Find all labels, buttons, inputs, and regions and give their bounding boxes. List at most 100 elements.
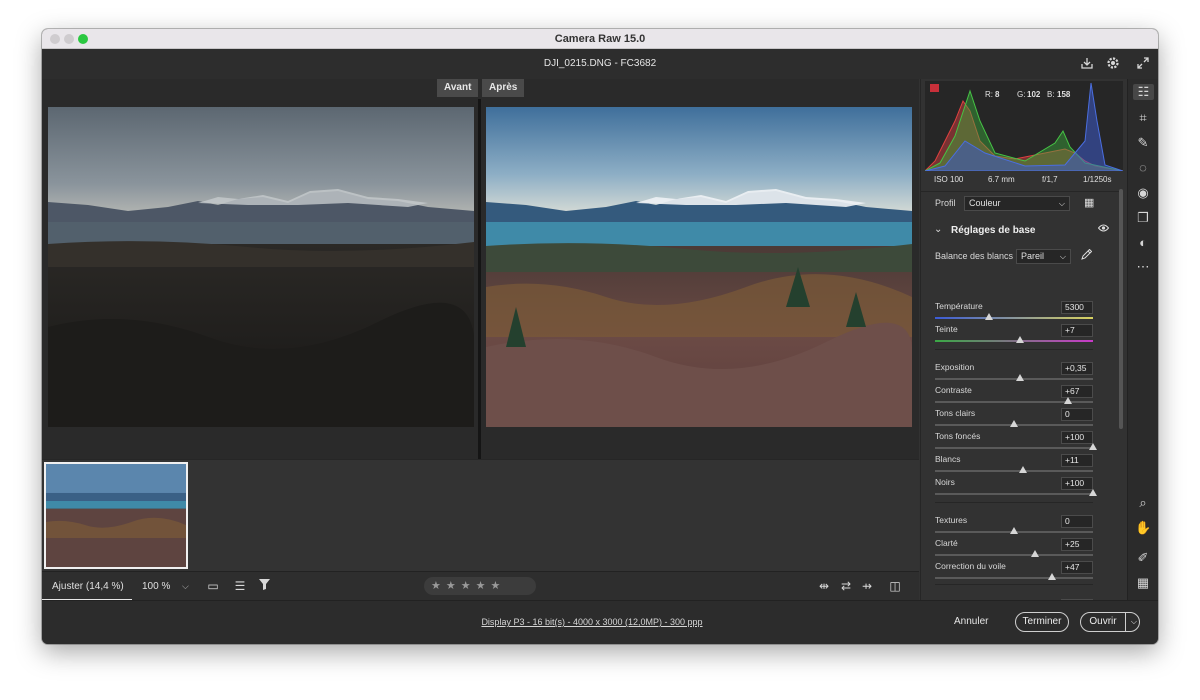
profile-browser-icon[interactable]: ▦	[1084, 196, 1094, 209]
profile-row: Profil Couleur ⌵ ▦	[921, 191, 1119, 213]
before-photo	[48, 107, 474, 427]
healing-brush-icon[interactable]: ✎	[1135, 135, 1151, 151]
zoom-100-button[interactable]: 100 %	[142, 572, 170, 601]
eyedropper-icon[interactable]	[1081, 248, 1093, 263]
slider-value-field[interactable]: +25	[1061, 538, 1093, 551]
slider-track[interactable]	[935, 340, 1093, 342]
slider-value-field[interactable]: +47	[1061, 561, 1093, 574]
slider-label: Noirs	[935, 477, 955, 487]
copy-settings-icon[interactable]: ⇸	[859, 578, 875, 594]
before-after-icon[interactable]: ⇹	[816, 578, 832, 594]
chevron-down-icon: ⌵	[1058, 199, 1065, 208]
slider-track[interactable]	[935, 447, 1093, 449]
zoom-chevron-icon[interactable]: ⌵	[182, 572, 189, 601]
slider-value-field[interactable]: 0	[1061, 408, 1093, 421]
open-button[interactable]: Ouvrir ⌵	[1080, 612, 1140, 632]
slider-1: Teinte +7	[921, 324, 1119, 347]
slider-thumb[interactable]	[1063, 397, 1072, 404]
exif-shutter: 1/1250s	[1083, 175, 1112, 184]
filter-icon[interactable]	[256, 578, 272, 594]
slider-track[interactable]	[935, 554, 1093, 556]
slider-thumb[interactable]	[1089, 489, 1097, 496]
slider-10: Correction du voile +47	[921, 561, 1119, 584]
toggle-panel-icon[interactable]: ◫	[887, 578, 903, 594]
panel-scrollbar[interactable]	[1119, 189, 1123, 429]
window-title: Camera Raw 15.0	[554, 33, 646, 45]
edit-sliders-icon[interactable]: ☷	[1133, 84, 1154, 100]
file-name: DJI_0215.DNG - FC3682	[543, 58, 657, 69]
slider-thumb[interactable]	[1016, 336, 1025, 343]
histogram-r-label: R:	[985, 90, 993, 99]
open-button-label: Ouvrir	[1089, 616, 1117, 627]
slider-thumb[interactable]	[984, 313, 993, 320]
swap-icon[interactable]: ⇄	[838, 578, 854, 594]
slider-value-field[interactable]: +7	[1061, 324, 1093, 337]
done-button[interactable]: Terminer	[1015, 612, 1069, 632]
slider-9: Clarté +25	[921, 538, 1119, 561]
slider-label: Température	[935, 301, 983, 311]
exif-info: ISO 100 6.7 mm f/1,7 1/1250s	[921, 172, 1119, 188]
slider-label: Clarté	[935, 538, 958, 548]
zoom-tool-icon[interactable]: ⌕	[1135, 495, 1151, 511]
histogram-r-value: 8	[995, 90, 1000, 99]
more-icon[interactable]: ⋯	[1135, 259, 1151, 275]
white-balance-select[interactable]: Pareil ⌵	[1016, 249, 1071, 264]
slider-thumb[interactable]	[1047, 573, 1056, 580]
slider-track[interactable]	[935, 577, 1093, 579]
slider-value-field[interactable]: 5300	[1061, 301, 1093, 314]
chevron-down-icon[interactable]: ⌵	[1131, 613, 1137, 631]
after-label[interactable]: Après	[482, 79, 525, 97]
exif-aperture: f/1,7	[1042, 175, 1058, 184]
chevron-down-icon: ⌵	[1059, 252, 1066, 261]
crop-icon[interactable]: ⌗	[1135, 110, 1151, 126]
slider-value-field[interactable]: +11	[1061, 454, 1093, 467]
filmstrip-icon[interactable]: ▭	[205, 578, 221, 594]
slider-track[interactable]	[935, 470, 1093, 472]
slider-thumb[interactable]	[1030, 550, 1039, 557]
slider-thumb[interactable]	[1010, 527, 1018, 534]
view-toolbar: Ajuster (14,4 %) 100 % ⌵ ▭ ☰ ★★★★★ ⇹ ⇄ ⇸…	[42, 571, 919, 601]
edit-panel: R: 8 G: 102 B: 158 ISO 100 6.7 mm f/1,7 …	[920, 79, 1123, 618]
slider-0: Température 5300	[921, 301, 1119, 324]
slider-7: Noirs +100	[921, 477, 1119, 500]
filmstrip-thumbnail[interactable]	[44, 462, 188, 569]
grid-icon[interactable]: ▦	[1135, 575, 1151, 591]
eye-icon[interactable]	[1097, 224, 1110, 235]
fullscreen-icon[interactable]	[1135, 56, 1151, 72]
slider-track[interactable]	[935, 493, 1093, 495]
profile-select[interactable]: Couleur ⌵	[964, 196, 1070, 211]
red-eye-icon[interactable]: ◉	[1135, 185, 1151, 201]
slider-value-field[interactable]: +0,35	[1061, 362, 1093, 375]
sort-icon[interactable]: ☰	[232, 578, 248, 594]
split-divider[interactable]	[478, 99, 481, 459]
color-sampler-icon[interactable]: ✐	[1135, 550, 1151, 566]
slider-4: Tons clairs 0	[921, 408, 1119, 431]
rating-stars[interactable]: ★★★★★	[424, 577, 536, 595]
save-icon[interactable]	[1079, 56, 1095, 72]
section-separator	[935, 349, 1093, 350]
slider-thumb[interactable]	[1019, 466, 1028, 473]
slider-thumb[interactable]	[1089, 443, 1097, 450]
slider-label: Contraste	[935, 385, 972, 395]
slider-label: Tons clairs	[935, 408, 976, 418]
hand-tool-icon[interactable]: ✋	[1135, 520, 1151, 536]
after-photo	[486, 107, 912, 427]
slider-label: Tons foncés	[935, 431, 981, 441]
zoom-fit-button[interactable]: Ajuster (14,4 %)	[42, 572, 132, 601]
gear-icon[interactable]	[1105, 56, 1121, 72]
filmstrip	[42, 459, 919, 571]
preview-area: Avant Après	[42, 79, 919, 459]
basic-section-header[interactable]: ⌄ Réglages de base	[921, 221, 1119, 241]
masking-icon[interactable]: ◌	[1135, 160, 1151, 176]
cancel-button[interactable]: Annuler	[954, 616, 988, 627]
presets-icon[interactable]: ◐	[1135, 235, 1151, 251]
slider-thumb[interactable]	[1016, 374, 1025, 381]
slider-value-field[interactable]: 0	[1061, 515, 1093, 528]
snapshots-icon[interactable]: ❐	[1135, 210, 1151, 226]
slider-track[interactable]	[935, 378, 1093, 380]
slider-label: Teinte	[935, 324, 958, 334]
slider-track[interactable]	[935, 317, 1093, 319]
before-label[interactable]: Avant	[437, 79, 479, 97]
slider-thumb[interactable]	[1010, 420, 1018, 427]
collapse-chevron-icon[interactable]: ⌄	[934, 224, 942, 235]
